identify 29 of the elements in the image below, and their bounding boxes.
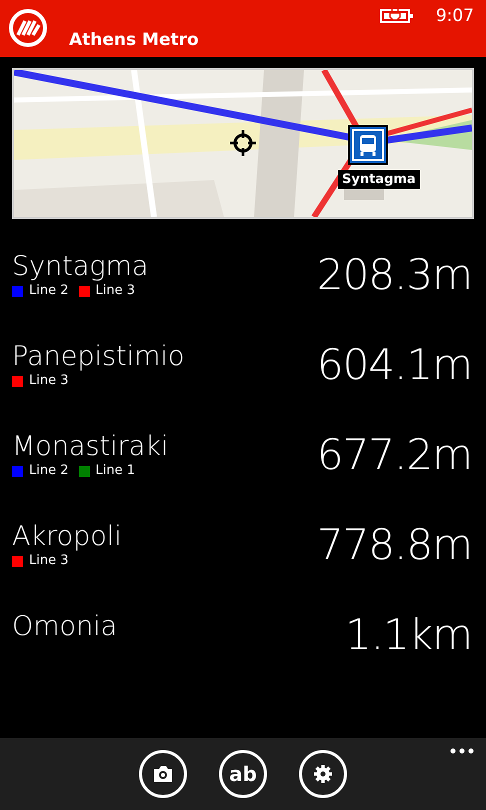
station-name: Panepistimio xyxy=(12,341,184,373)
station-name: Omonia xyxy=(12,611,118,643)
station-distance: 677.2m xyxy=(316,431,472,481)
station-distance: 1.1km xyxy=(344,611,472,661)
station-name: Monastiraki xyxy=(12,431,168,463)
line-label: Line 2 xyxy=(29,283,68,299)
pin-label: Syntagma xyxy=(338,170,420,189)
app-logo xyxy=(8,8,48,48)
camera-icon xyxy=(152,765,174,783)
location-crosshair-icon xyxy=(230,130,256,156)
line-label: Line 3 xyxy=(29,553,68,569)
line-label: Line 1 xyxy=(96,463,135,479)
text-button[interactable]: ab xyxy=(219,750,267,798)
battery-charging-icon xyxy=(380,8,414,24)
station-name: Syntagma xyxy=(12,251,148,283)
more-icon[interactable] xyxy=(450,748,474,754)
station-name: Akropoli xyxy=(12,521,122,553)
line-label: Line 3 xyxy=(29,373,68,389)
settings-button[interactable] xyxy=(299,750,347,798)
station-distance: 208.3m xyxy=(316,251,472,301)
station-distance: 604.1m xyxy=(316,341,472,391)
line-label: Line 3 xyxy=(96,283,135,299)
camera-button[interactable] xyxy=(139,750,187,798)
station-distance: 778.8m xyxy=(316,521,472,571)
bus-pin-icon[interactable] xyxy=(348,125,388,165)
settings-icon xyxy=(313,764,333,784)
app-title: Athens Metro xyxy=(69,30,199,50)
status-time: 9:07 xyxy=(436,6,474,26)
line-label: Line 2 xyxy=(29,463,68,479)
